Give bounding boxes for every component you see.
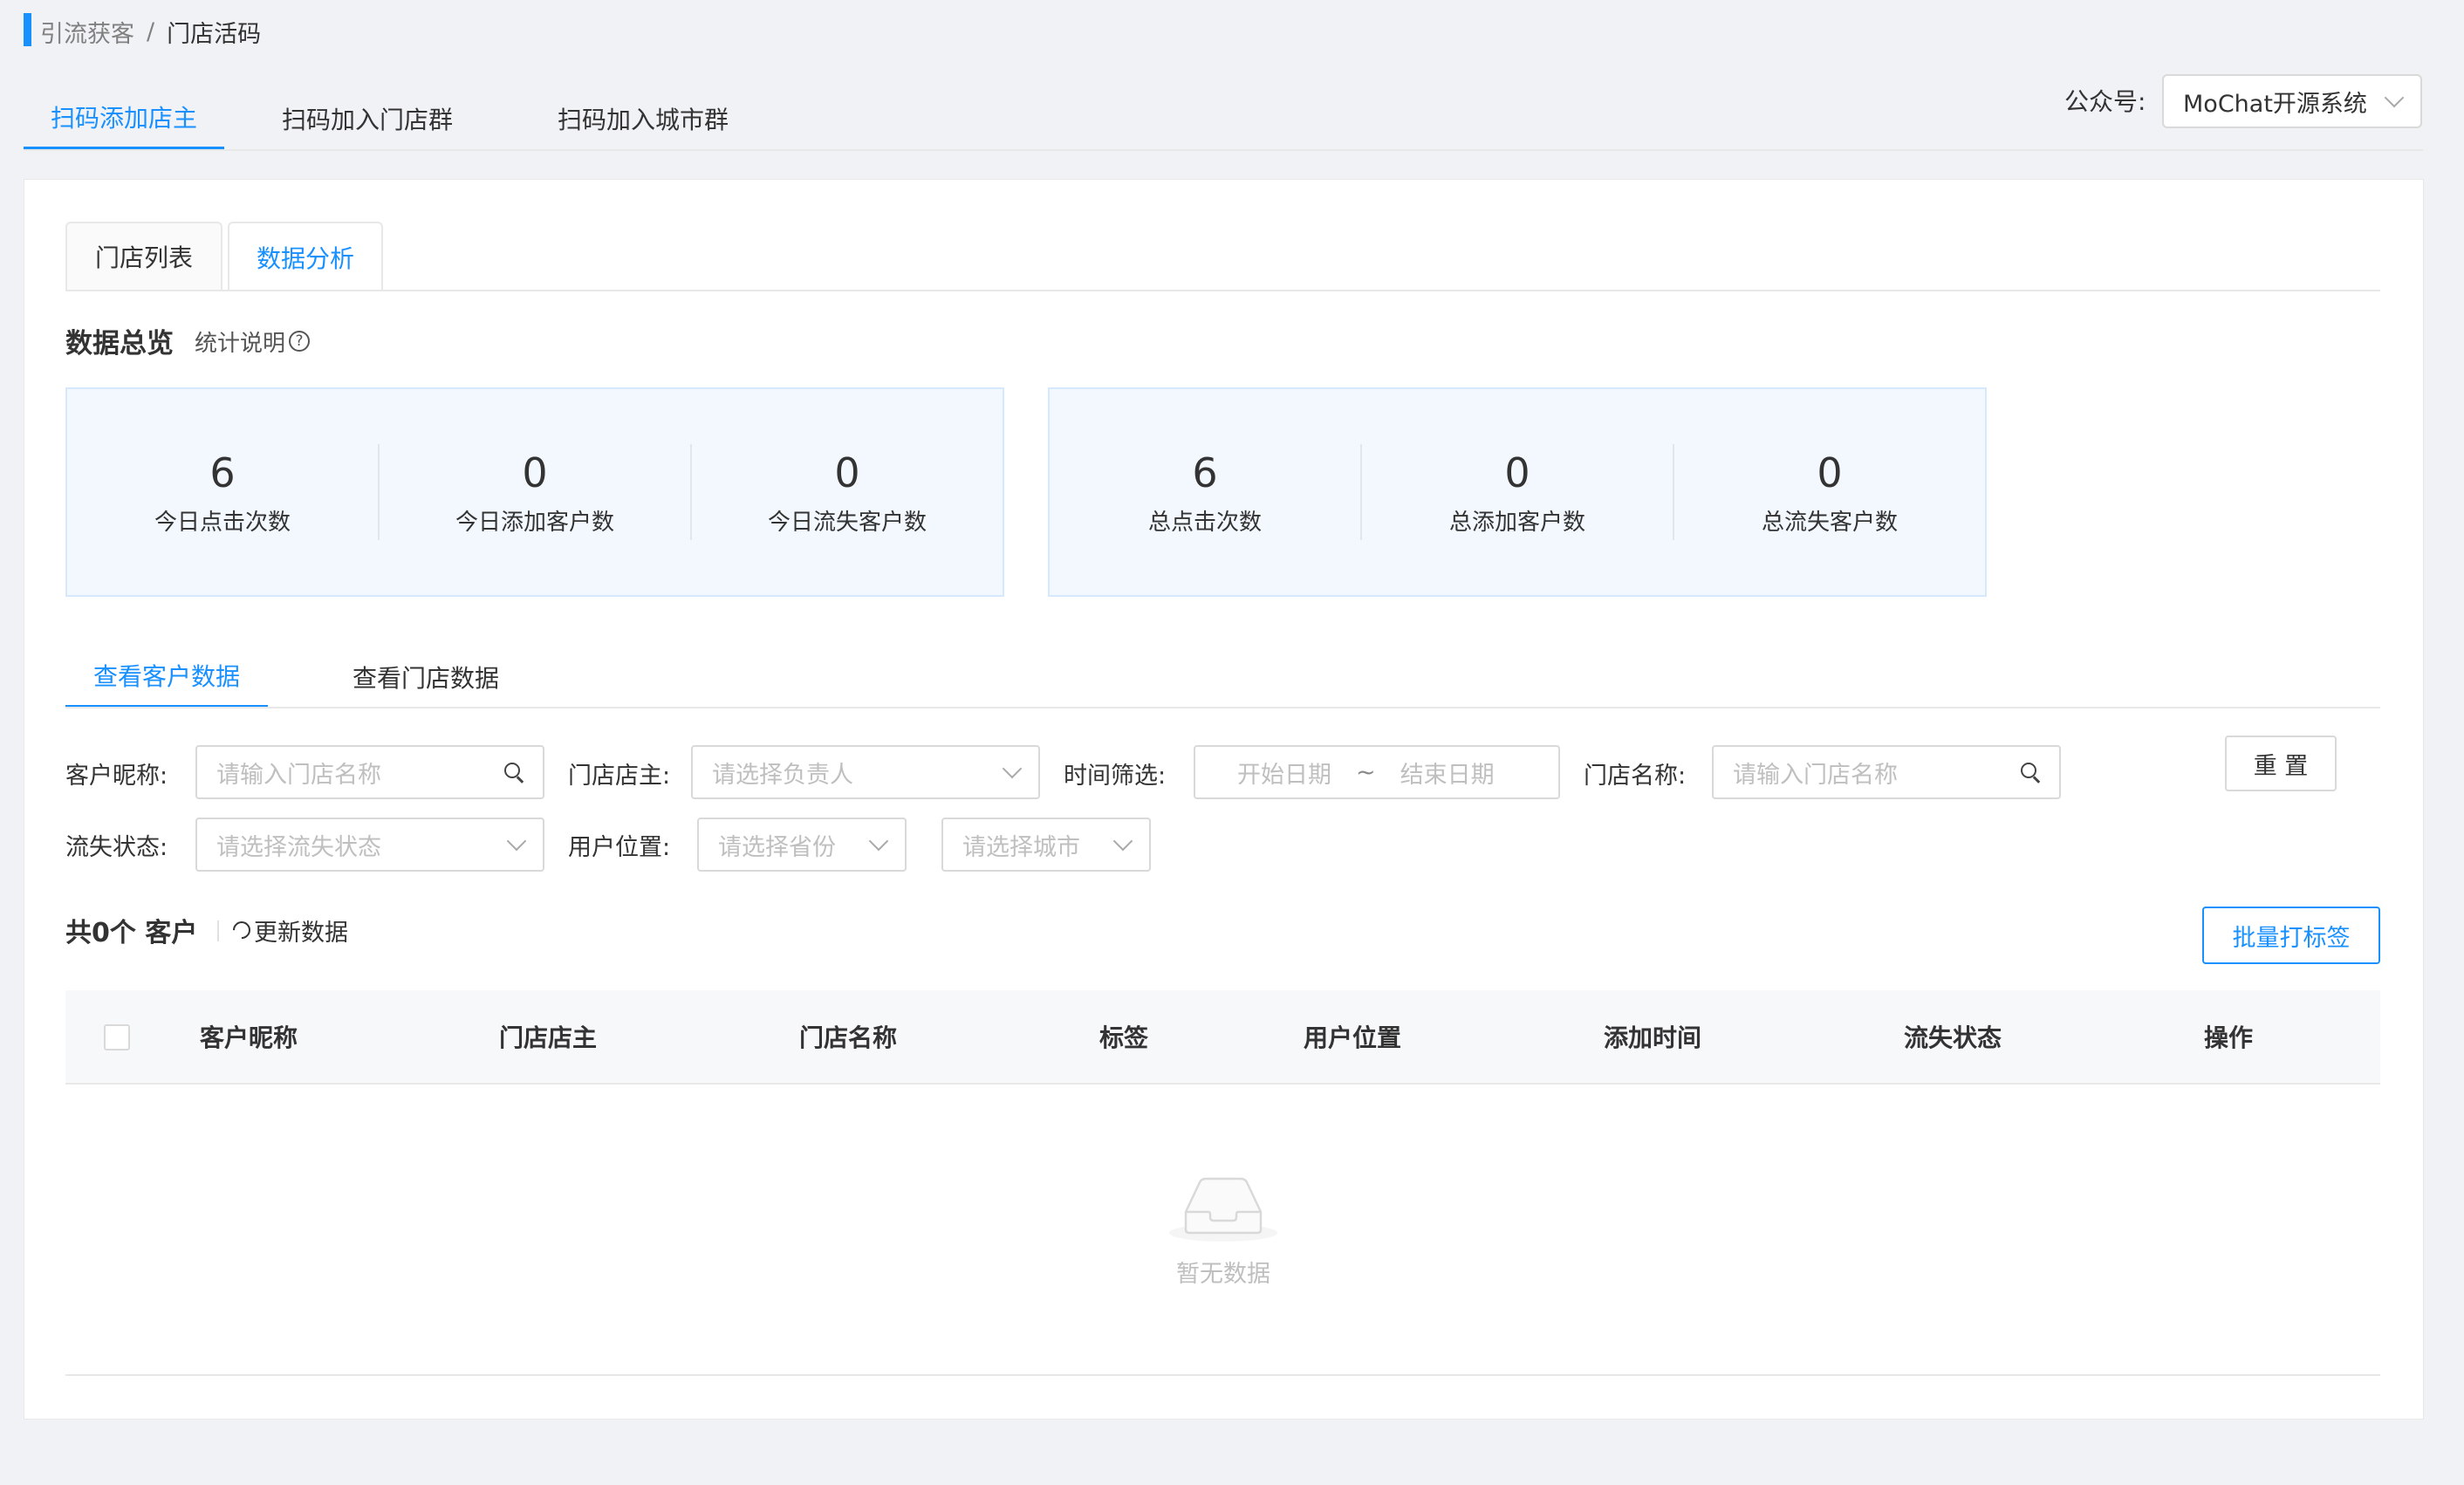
account-select-value: MoChat开源系统 — [2183, 90, 2367, 118]
lost-status-select[interactable]: 请选择流失状态 — [195, 818, 544, 872]
table-header: 客户昵称 门店店主 门店名称 标签 用户位置 添加时间 流失状态 操作 — [65, 990, 2380, 1085]
store-name-label: 门店名称: — [1584, 762, 1687, 790]
sub-tabs-divider — [65, 707, 2380, 708]
owner-select[interactable]: 请选择负责人 — [691, 745, 1040, 799]
stat-total-added: 0 总添加客户数 — [1360, 444, 1673, 540]
stat-label: 总点击次数 — [1147, 509, 1262, 536]
empty-inbox-icon — [1169, 1177, 1277, 1242]
account-select[interactable]: MoChat开源系统 — [2162, 74, 2422, 128]
stat-label: 今日添加客户数 — [455, 509, 614, 536]
end-date-placeholder[interactable]: 结束日期 — [1400, 756, 1495, 790]
city-select[interactable]: 请选择城市 — [941, 818, 1151, 872]
province-placeholder: 请选择省份 — [718, 833, 836, 861]
breadcrumb-parent[interactable]: 引流获客 — [40, 15, 134, 49]
stat-today-clicks: 6 今日点击次数 — [67, 444, 378, 540]
col-tags: 标签 — [1099, 1023, 1149, 1052]
stat-value: 0 — [522, 448, 548, 496]
chevron-down-icon — [1112, 831, 1133, 852]
lost-status-label: 流失状态: — [65, 833, 168, 861]
refresh-data-button[interactable]: 更新数据 — [229, 913, 348, 948]
refresh-label: 更新数据 — [254, 919, 348, 947]
overview-help-label: 统计说明 — [195, 330, 286, 357]
breadcrumb-accent — [24, 13, 31, 46]
tab-store-data[interactable]: 查看门店数据 — [334, 646, 517, 708]
reset-button[interactable]: 重 置 — [2225, 736, 2337, 791]
empty-text: 暂无数据 — [1176, 1260, 1270, 1288]
stat-label: 今日流失客户数 — [767, 509, 927, 536]
tab-store-list[interactable]: 门店列表 — [65, 222, 222, 290]
nickname-search-input[interactable]: 请输入门店名称 — [195, 745, 544, 799]
nickname-label: 客户昵称: — [65, 762, 168, 790]
card-tabs-divider — [65, 290, 2380, 291]
col-store-name: 门店名称 — [799, 1023, 898, 1052]
store-name-placeholder: 请输入门店名称 — [1733, 761, 1898, 789]
col-owner: 门店店主 — [499, 1023, 598, 1052]
stat-label: 总添加客户数 — [1448, 509, 1585, 536]
col-location: 用户位置 — [1304, 1023, 1402, 1052]
stat-value: 0 — [1817, 448, 1843, 496]
breadcrumb-separator: / — [147, 17, 155, 45]
customer-total: 共0个 客户 — [65, 918, 198, 948]
batch-tag-button[interactable]: 批量打标签 — [2202, 907, 2380, 964]
overview-title: 数据总览 — [65, 327, 174, 359]
breadcrumb-current: 门店活码 — [167, 20, 262, 48]
stat-value: 0 — [834, 448, 860, 496]
range-separator: ~ — [1356, 758, 1376, 786]
search-icon — [504, 763, 524, 782]
tab-join-city-group[interactable]: 扫码加入城市群 — [512, 87, 774, 150]
city-placeholder: 请选择城市 — [962, 833, 1080, 861]
search-icon — [2021, 763, 2040, 782]
stat-total-lost: 0 总流失客户数 — [1673, 444, 1985, 540]
today-stats: 6 今日点击次数 0 今日添加客户数 0 今日流失客户数 — [65, 387, 1004, 597]
stat-total-clicks: 6 总点击次数 — [1050, 444, 1360, 540]
tab-data-analysis[interactable]: 数据分析 — [228, 222, 383, 291]
breadcrumb: 引流获客 / 门店活码 — [40, 14, 261, 49]
owner-placeholder: 请选择负责人 — [712, 761, 853, 789]
nickname-placeholder: 请输入门店名称 — [216, 761, 381, 789]
chevron-down-icon — [1002, 758, 1023, 779]
location-label: 用户位置: — [568, 833, 671, 861]
col-nickname: 客户昵称 — [200, 1023, 298, 1052]
page: 引流获客 / 门店活码 扫码添加店主 扫码加入门店群 扫码加入城市群 公众号: … — [0, 0, 2464, 1485]
chevron-down-icon — [2384, 87, 2405, 108]
lost-status-placeholder: 请选择流失状态 — [216, 833, 381, 861]
select-all-checkbox[interactable] — [104, 1024, 130, 1050]
stat-value: 0 — [1504, 448, 1530, 496]
col-lost-status: 流失状态 — [1904, 1023, 2002, 1052]
col-actions: 操作 — [2204, 1023, 2254, 1052]
stat-today-added: 0 今日添加客户数 — [378, 444, 690, 540]
time-label: 时间筛选: — [1064, 762, 1167, 790]
tab-join-store-group[interactable]: 扫码加入门店群 — [231, 87, 503, 150]
stat-value: 6 — [1192, 448, 1218, 496]
tab-add-owner[interactable]: 扫码添加店主 — [24, 87, 224, 150]
start-date-placeholder[interactable]: 开始日期 — [1237, 756, 1331, 790]
date-range-picker[interactable]: 开始日期 ~ 结束日期 — [1194, 745, 1560, 799]
question-icon: ? — [289, 331, 311, 352]
top-tabs-divider — [24, 149, 2423, 151]
total-stats: 6 总点击次数 0 总添加客户数 0 总流失客户数 — [1048, 387, 1987, 597]
owner-label: 门店店主: — [568, 762, 671, 790]
province-select[interactable]: 请选择省份 — [697, 818, 907, 872]
store-name-input[interactable]: 请输入门店名称 — [1712, 745, 2061, 799]
tab-customer-data[interactable]: 查看客户数据 — [65, 646, 268, 708]
stat-value: 6 — [209, 448, 236, 496]
chevron-down-icon — [868, 831, 889, 852]
account-label: 公众号: — [2064, 87, 2146, 116]
stat-label: 总流失客户数 — [1761, 509, 1898, 536]
top-tabs: 扫码添加店主 扫码加入门店群 扫码加入城市群 — [24, 87, 774, 150]
overview-help[interactable]: 统计说明 ? — [195, 325, 311, 357]
summary-divider — [217, 920, 219, 941]
table-bottom-divider — [65, 1374, 2380, 1376]
col-add-time: 添加时间 — [1604, 1023, 1702, 1052]
refresh-icon — [229, 917, 255, 943]
chevron-down-icon — [506, 831, 527, 852]
stat-label: 今日点击次数 — [154, 509, 291, 536]
stat-today-lost: 0 今日流失客户数 — [690, 444, 1003, 540]
